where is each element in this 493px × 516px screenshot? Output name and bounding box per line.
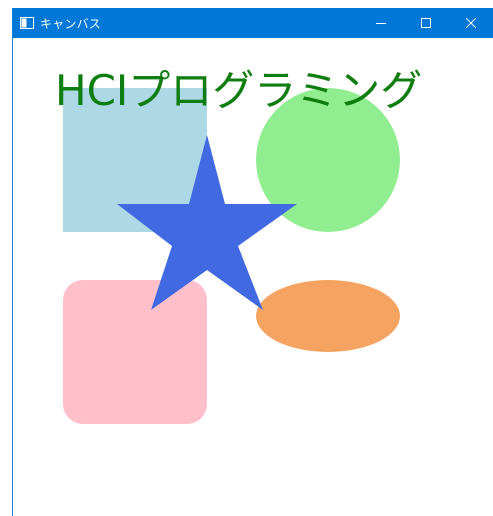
title-bar[interactable]: キャンバス <box>13 8 493 38</box>
close-button[interactable] <box>448 8 493 38</box>
pink-rounded-square <box>63 280 207 424</box>
maximize-icon <box>420 18 431 28</box>
app-window-icon <box>20 16 34 30</box>
canvas-drawing: HCIプログラミング <box>55 66 422 424</box>
window-title: キャンバス <box>40 16 102 31</box>
sandy-brown-ellipse <box>256 280 400 352</box>
minimize-icon <box>375 23 386 24</box>
canvas-window: キャンバス HCIプログラミング <box>12 8 493 516</box>
minimize-button[interactable] <box>358 8 403 38</box>
canvas-heading: HCIプログラミング <box>55 66 422 115</box>
drawing-canvas: HCIプログラミング <box>13 38 493 516</box>
close-icon <box>465 18 476 28</box>
window-controls <box>358 8 493 38</box>
maximize-button[interactable] <box>403 8 448 38</box>
